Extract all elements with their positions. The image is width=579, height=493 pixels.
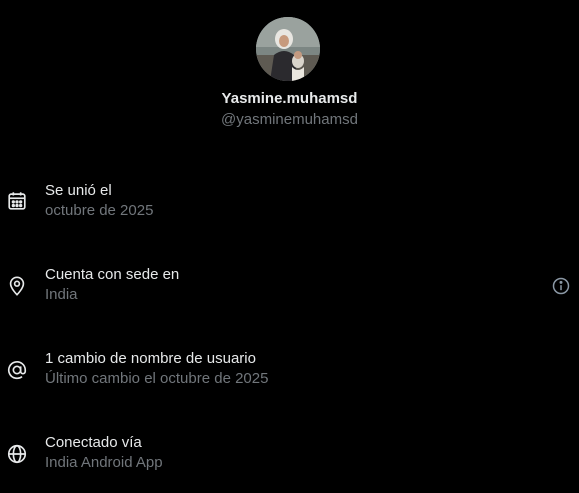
avatar[interactable]	[256, 17, 320, 81]
detail-subtitle: India	[45, 286, 78, 303]
location-pin-icon	[6, 275, 28, 297]
display-name: Yasmine.muhamsd	[221, 90, 358, 107]
username-handle: @yasminemuhamsd	[221, 111, 358, 128]
detail-subtitle: Último cambio el octubre de 2025	[45, 370, 269, 387]
globe-icon	[6, 443, 28, 465]
avatar-photo	[256, 17, 320, 81]
detail-title: 1 cambio de nombre de usuario	[45, 350, 256, 367]
detail-row-username-changes: 1 cambio de nombre de usuario Último cam…	[0, 349, 579, 409]
info-icon[interactable]	[551, 276, 571, 296]
detail-row-connected-via: Conectado vía India Android App	[0, 433, 579, 493]
detail-title: Se unió el	[45, 182, 112, 199]
detail-row-joined: Se unió el octubre de 2025	[0, 181, 579, 241]
detail-title: Conectado vía	[45, 434, 142, 451]
detail-title: Cuenta con sede en	[45, 266, 180, 283]
at-sign-icon	[6, 359, 28, 381]
detail-subtitle: octubre de 2025	[45, 202, 154, 219]
calendar-icon	[6, 190, 28, 212]
detail-subtitle: India Android App	[45, 454, 163, 471]
detail-row-location: Cuenta con sede en India	[0, 265, 579, 325]
